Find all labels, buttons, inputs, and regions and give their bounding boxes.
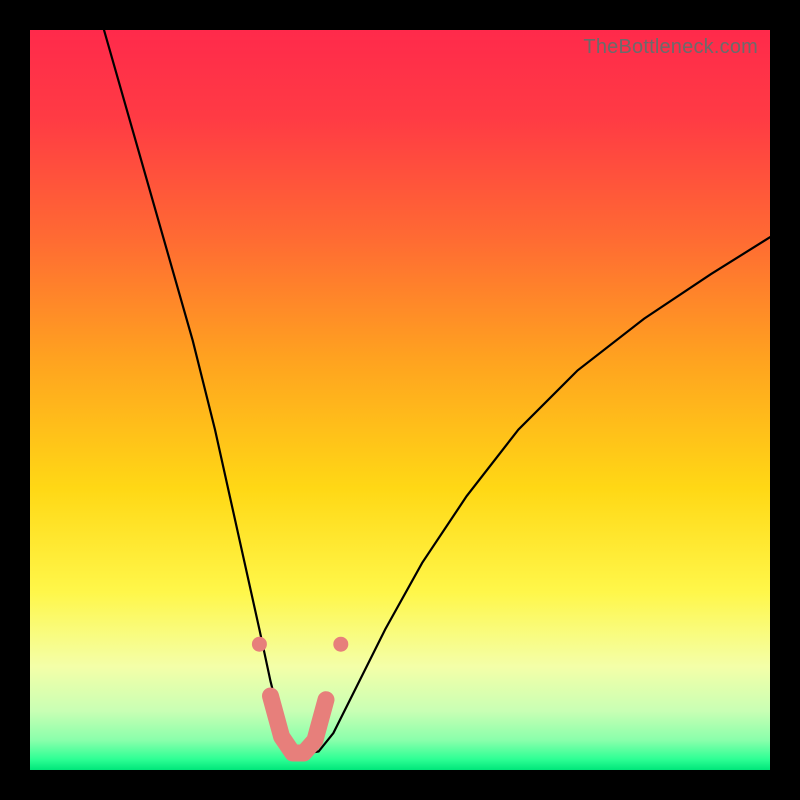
highlight-dot <box>333 637 348 652</box>
highlight-dots <box>252 637 348 652</box>
chart-svg <box>30 30 770 770</box>
plot-area: TheBottleneck.com <box>30 30 770 770</box>
bottleneck-curve <box>104 30 770 754</box>
watermark-text: TheBottleneck.com <box>583 36 758 59</box>
highlight-segment <box>271 696 327 753</box>
outer-frame: TheBottleneck.com <box>0 0 800 800</box>
highlight-dot <box>252 637 267 652</box>
